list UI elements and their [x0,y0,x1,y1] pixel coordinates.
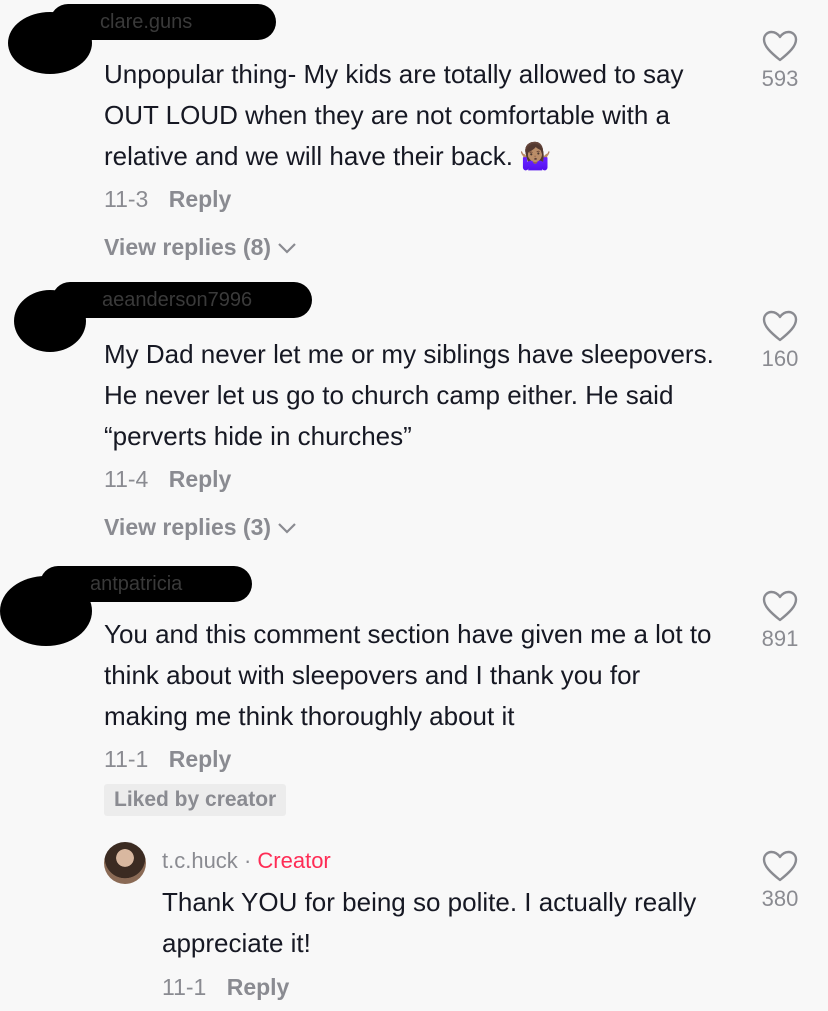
avatar[interactable] [104,842,146,884]
username-redacted[interactable]: clare.guns [50,4,276,40]
comment-date: 11-4 [104,466,149,492]
like-count: 380 [761,886,799,911]
comment-3: antpatricia You and this comment section… [0,560,828,830]
reply-meta: 11-1 Reply [162,974,289,1001]
comment-1: clare.guns Unpopular thing- My kids are … [0,0,828,270]
reply-button[interactable]: Reply [169,746,232,772]
like-button[interactable]: 891 [750,590,810,652]
shrug-emoji-icon: 🤷🏽‍♀️ [518,141,552,171]
liked-by-creator-badge: Liked by creator [104,784,287,816]
username: aeanderson7996 [102,289,253,311]
comment-text-content: My Dad never let me or my siblings have … [104,339,714,451]
reply-button[interactable]: Reply [169,466,232,492]
heart-outline-icon [762,850,798,882]
like-count: 160 [761,346,799,371]
view-replies-button[interactable]: View replies (3) [104,514,297,541]
like-count: 891 [761,626,799,651]
comment-date: 11-1 [104,746,149,772]
chevron-down-icon [278,522,296,534]
comment-2: aeanderson7996 My Dad never let me or my… [0,280,828,550]
comment-meta: 11-1 Reply [104,746,231,773]
creator-badge: Creator [257,848,331,873]
comment-text: You and this comment section have given … [104,614,724,737]
reply-button[interactable]: Reply [169,186,232,212]
comment-text-content: Unpopular thing- My kids are totally all… [104,59,684,171]
username-redacted[interactable]: aeanderson7996 [52,282,312,318]
comment-meta: 11-3 Reply [104,186,231,213]
comment-text-content: You and this comment section have given … [104,619,712,731]
view-replies-label: View replies (8) [104,234,272,260]
view-replies-label: View replies (3) [104,514,272,540]
creator-reply: t.c.huck · Creator Thank YOU for being s… [0,840,828,1011]
reply-button[interactable]: Reply [227,974,290,1000]
like-button[interactable]: 160 [750,310,810,372]
heart-outline-icon [762,30,798,62]
username: clare.guns [100,11,193,33]
comment-date: 11-3 [104,186,149,212]
heart-outline-icon [762,590,798,622]
comment-meta: 11-4 Reply [104,466,231,493]
like-button[interactable]: 593 [750,30,810,92]
chevron-down-icon [278,242,296,254]
username[interactable]: t.c.huck [162,848,238,873]
like-count: 593 [761,66,799,91]
heart-outline-icon [762,310,798,342]
comment-text: Unpopular thing- My kids are totally all… [104,54,724,177]
reply-username-line: t.c.huck · Creator [162,848,331,874]
separator: · [243,848,252,873]
like-button[interactable]: 380 [750,850,810,912]
username: antpatricia [90,573,183,595]
reply-text: Thank YOU for being so polite. I actuall… [162,887,697,958]
username-redacted[interactable]: antpatricia [40,566,252,602]
comment-text: My Dad never let me or my siblings have … [104,334,724,457]
view-replies-button[interactable]: View replies (8) [104,234,297,261]
reply-date: 11-1 [162,974,207,1000]
